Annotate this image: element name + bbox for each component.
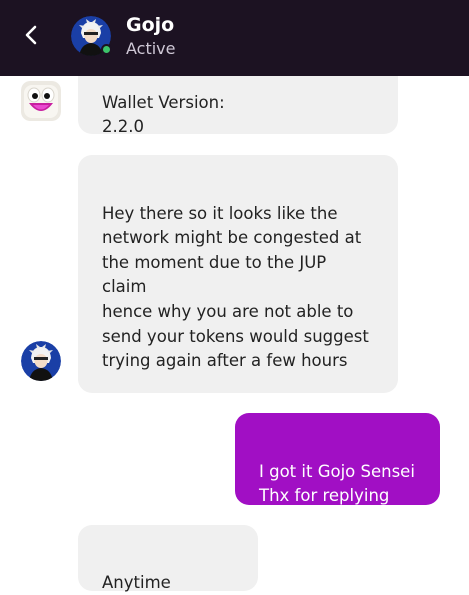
message-text: Anytime brother — [102, 572, 171, 592]
message-bubble-outgoing: I got it Gojo Sensei Thx for replying — [235, 413, 440, 505]
contact-name[interactable]: Gojo — [126, 13, 174, 37]
message-bubble-incoming: Anytime brother — [78, 525, 258, 592]
message-text: Hey there so it looks like the network m… — [102, 203, 369, 371]
message-bubble-incoming: Hey there so it looks like the network m… — [78, 155, 398, 393]
message-text: I got it Gojo Sensei Thx for replying — [259, 461, 415, 506]
back-button[interactable] — [14, 20, 48, 54]
header-avatar-container[interactable] — [71, 16, 112, 56]
online-status-dot — [101, 44, 112, 55]
contact-status: Active — [126, 39, 176, 58]
chat-header: Gojo Active — [0, 0, 469, 76]
message-text: Wallet Version: 2.2.0 — [102, 92, 225, 137]
chevron-left-icon — [23, 25, 39, 49]
chat-screen: Wallet Version: 2.2.0 Hey there so it lo… — [0, 0, 469, 595]
bot-avatar — [21, 81, 61, 121]
contact-avatar — [21, 341, 61, 381]
